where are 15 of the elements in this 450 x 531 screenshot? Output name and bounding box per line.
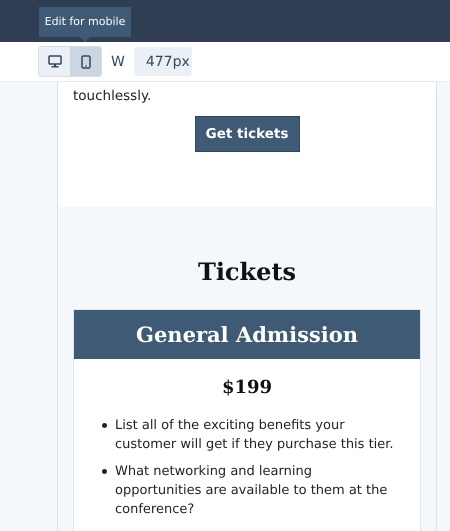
bullet-icon (102, 469, 107, 474)
phone-icon (80, 54, 90, 68)
monitor-icon (48, 55, 62, 68)
width-label: W (111, 54, 125, 70)
body-text: touchlessly. (73, 88, 152, 104)
get-tickets-button[interactable]: Get tickets (194, 116, 300, 152)
bullet-icon (102, 423, 107, 428)
benefit-text: What networking and learning opportunities are available to them at the conference? (115, 463, 388, 519)
tier-price: $199 (220, 377, 274, 398)
section-heading: Tickets (196, 256, 298, 287)
tier-heading: General Admission (74, 310, 420, 359)
mobile-view-button[interactable] (70, 47, 101, 76)
desktop-view-button[interactable] (39, 47, 70, 76)
benefit-text: List all of the exciting benefits your customer will get if they purchase this tier. (115, 417, 395, 454)
width-field[interactable]: 477px (134, 47, 192, 76)
